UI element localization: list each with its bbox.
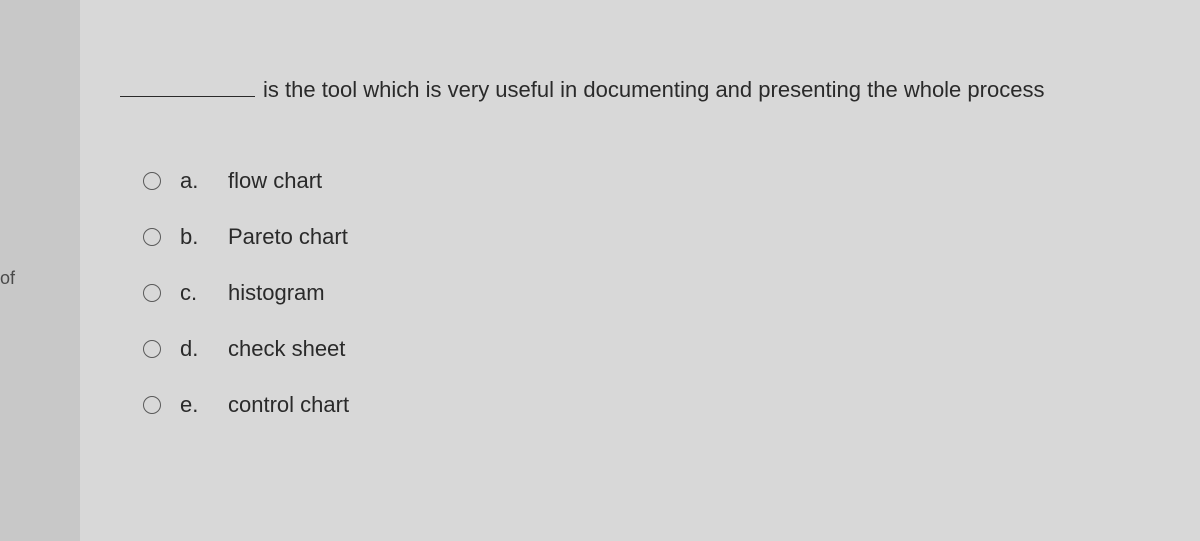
option-d[interactable]: d. check sheet: [140, 321, 1180, 377]
option-text: control chart: [228, 392, 349, 418]
radio-icon[interactable]: [140, 169, 164, 193]
question-area: is the tool which is very useful in docu…: [120, 75, 1180, 433]
option-letter: d.: [180, 336, 210, 362]
option-text: flow chart: [228, 168, 322, 194]
radio-icon[interactable]: [140, 225, 164, 249]
option-text: histogram: [228, 280, 325, 306]
option-b[interactable]: b. Pareto chart: [140, 209, 1180, 265]
sidebar-text-fragment-mid: t of: [0, 268, 15, 289]
fill-blank-line: [120, 75, 255, 97]
option-letter: e.: [180, 392, 210, 418]
option-text: check sheet: [228, 336, 345, 362]
question-text: is the tool which is very useful in docu…: [263, 77, 1044, 103]
radio-icon[interactable]: [140, 393, 164, 417]
option-a[interactable]: a. flow chart: [140, 153, 1180, 209]
option-c[interactable]: c. histogram: [140, 265, 1180, 321]
radio-icon[interactable]: [140, 337, 164, 361]
option-letter: a.: [180, 168, 210, 194]
sidebar-panel: on t of: [0, 0, 80, 541]
option-letter: b.: [180, 224, 210, 250]
option-letter: c.: [180, 280, 210, 306]
option-text: Pareto chart: [228, 224, 348, 250]
options-list: a. flow chart b. Pareto chart c. histogr…: [140, 153, 1180, 433]
question-stem: is the tool which is very useful in docu…: [120, 75, 1180, 103]
radio-icon[interactable]: [140, 281, 164, 305]
option-e[interactable]: e. control chart: [140, 377, 1180, 433]
